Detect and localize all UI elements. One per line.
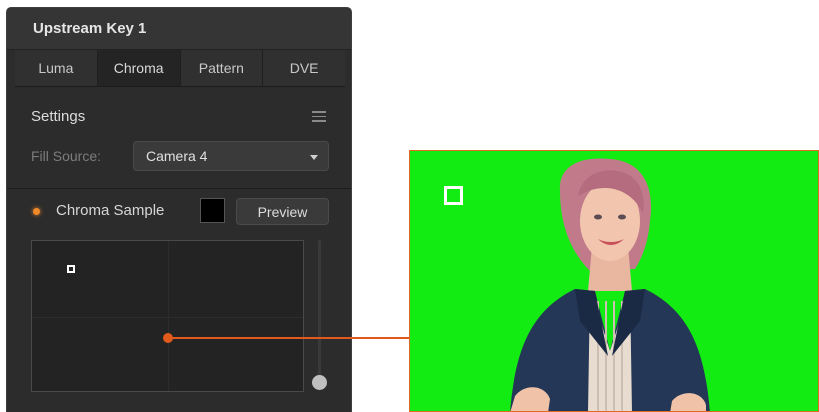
sample-cursor[interactable] [67, 265, 75, 273]
chroma-sample-label: Chroma Sample [56, 202, 165, 219]
green-screen-preview [409, 150, 819, 412]
tab-chroma[interactable]: Chroma [97, 50, 181, 86]
tab-dve[interactable]: DVE [263, 50, 345, 86]
fill-source-label: Fill Source: [31, 148, 102, 164]
fill-source-value: Camera 4 [146, 148, 208, 164]
fill-source-select[interactable]: Camera 4 [133, 141, 329, 171]
section-divider [7, 188, 351, 189]
green-sample-indicator [444, 186, 463, 205]
chroma-sample-swatch[interactable] [200, 198, 225, 223]
status-dot-icon [33, 208, 40, 215]
stage: Upstream Key 1 Luma Chroma Pattern DVE S… [0, 0, 819, 412]
menu-icon[interactable] [312, 111, 326, 122]
grid-line-horizontal [32, 317, 303, 318]
sample-size-slider-knob[interactable] [312, 375, 327, 390]
chroma-sample-area[interactable] [31, 240, 304, 392]
tab-luma[interactable]: Luma [15, 50, 98, 86]
sample-size-slider-track[interactable] [318, 240, 321, 382]
key-type-tabs: Luma Chroma Pattern DVE [15, 50, 345, 87]
callout-line [168, 337, 410, 339]
grid-line-vertical [168, 241, 169, 391]
upstream-key-panel: Upstream Key 1 Luma Chroma Pattern DVE S… [6, 7, 352, 412]
settings-heading: Settings [31, 108, 86, 125]
tab-pattern[interactable]: Pattern [180, 50, 264, 86]
preview-button[interactable]: Preview [236, 198, 329, 225]
chevron-down-icon [310, 155, 318, 160]
callout-dot [163, 333, 173, 343]
panel-title: Upstream Key 1 [33, 20, 147, 37]
panel-header: Upstream Key 1 [7, 8, 351, 50]
presenter-image [510, 158, 710, 411]
